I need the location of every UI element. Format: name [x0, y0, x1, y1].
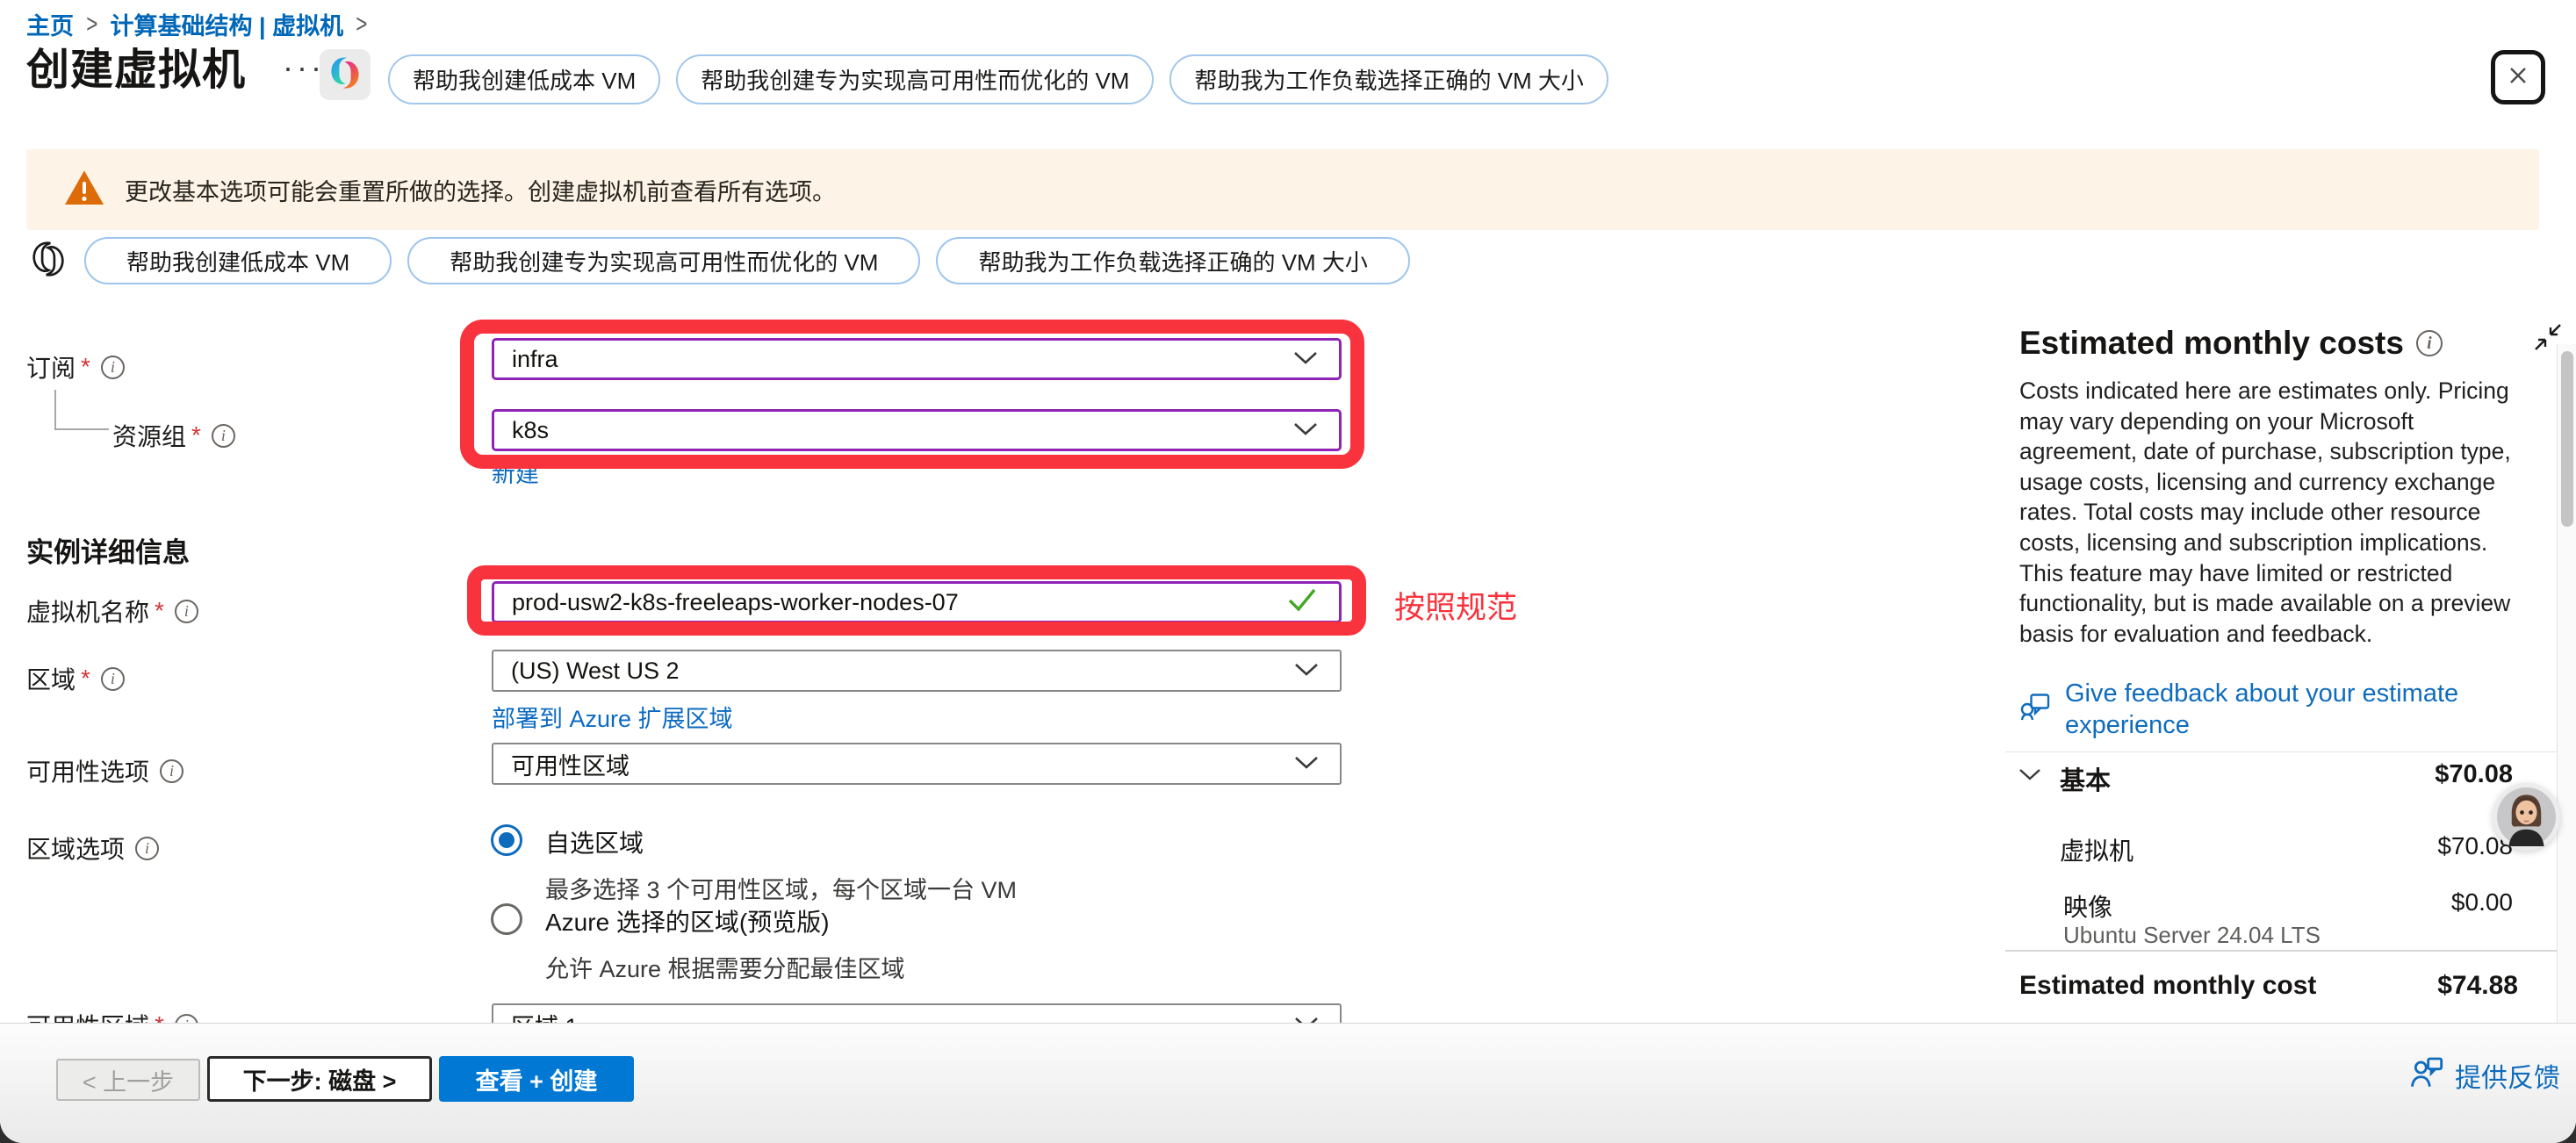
radio-description: 允许 Azure 根据需要分配最佳区域 — [545, 950, 905, 984]
assistant-avatar[interactable] — [2493, 783, 2560, 851]
feedback-bubbles-icon — [2019, 692, 2051, 741]
create-vm-page: 主页 > 计算基础结构 | 虚拟机 > 创建虚拟机 ··· 帮助 — [0, 0, 2576, 1143]
chevron-down-icon — [1292, 417, 1320, 444]
annotation-text: 按照规范 — [1394, 583, 1517, 628]
field-connector-line — [54, 390, 56, 430]
info-icon[interactable]: i — [101, 356, 125, 379]
chevron-down-icon — [1292, 751, 1320, 778]
radio-label[interactable]: Azure 选择的区域(预览版) — [545, 903, 905, 938]
close-icon — [2504, 61, 2532, 94]
ai-high-availability-button[interactable]: 帮助我创建专为实现高可用性而优化的 VM — [676, 54, 1154, 104]
zone-option-self-select: 自选区域 最多选择 3 个可用性区域，每个区域一台 VM — [491, 824, 1017, 905]
cost-item-name: 映像 — [2063, 888, 2112, 924]
radio-label[interactable]: 自选区域 — [545, 824, 1017, 859]
radio-description: 最多选择 3 个可用性区域，每个区域一台 VM — [545, 871, 1017, 905]
info-icon[interactable]: i — [175, 600, 198, 623]
cost-group-amount: $70.08 — [2283, 760, 2513, 789]
ai-high-availability-button-2[interactable]: 帮助我创建专为实现高可用性而优化的 VM — [407, 237, 920, 284]
region-dropdown[interactable]: (US) West US 2 — [492, 650, 1342, 692]
region-label: 区域* i — [26, 661, 125, 696]
vm-name-input[interactable] — [512, 589, 1284, 616]
resource-group-dropdown[interactable]: k8s — [492, 409, 1342, 451]
copilot-outline-icon — [28, 239, 68, 284]
cost-item-amount: $70.08 — [2283, 832, 2513, 860]
warning-banner: 更改基本选项可能会重置所做的选择。创建虚拟机前查看所有选项。 — [26, 149, 2539, 230]
vm-name-field-wrap — [492, 581, 1342, 623]
radio-unselected[interactable] — [491, 903, 522, 935]
breadcrumb-separator-icon: > — [356, 10, 367, 40]
info-icon[interactable]: i — [101, 667, 125, 691]
create-new-resource-group-link[interactable]: 新建 — [492, 455, 539, 489]
page-title: 创建虚拟机 — [26, 35, 246, 97]
next-step-disks-button[interactable]: 下一步: 磁盘 > — [207, 1056, 432, 1102]
info-icon[interactable]: i — [135, 837, 159, 860]
availability-options-label: 可用性选项 i — [26, 753, 183, 788]
subscription-dropdown[interactable]: infra — [492, 338, 1342, 380]
total-cost-amount: $74.88 — [2288, 971, 2518, 1001]
zone-option-azure-select: Azure 选择的区域(预览版) 允许 Azure 根据需要分配最佳区域 — [491, 903, 905, 984]
availability-options-dropdown[interactable]: 可用性区域 — [492, 743, 1342, 785]
instance-details-heading: 实例详细信息 — [26, 530, 190, 570]
chevron-down-icon — [1292, 658, 1320, 685]
cost-item-name: 虚拟机 — [2060, 832, 2133, 867]
scrollbar-thumb[interactable] — [2561, 351, 2573, 527]
ai-right-size-button-2[interactable]: 帮助我为工作负载选择正确的 VM 大小 — [936, 237, 1409, 284]
cost-panel-description: Costs indicated here are estimates only.… — [2019, 376, 2529, 649]
ai-suggestions-row-secondary: 帮助我创建低成本 VM 帮助我创建专为实现高可用性而优化的 VM 帮助我为工作负… — [28, 237, 1410, 284]
review-create-button[interactable]: 查看 + 创建 — [439, 1056, 634, 1102]
ai-right-size-button[interactable]: 帮助我为工作负载选择正确的 VM 大小 — [1169, 54, 1608, 104]
cost-item-amount: $0.00 — [2283, 888, 2513, 917]
footer-bar: < 上一步 下一步: 磁盘 > 查看 + 创建 提供反馈 — [0, 1023, 2576, 1143]
required-asterisk: * — [81, 353, 90, 381]
radio-dot — [499, 832, 514, 848]
previous-step-button[interactable]: < 上一步 — [56, 1059, 200, 1101]
ai-low-cost-vm-button-2[interactable]: 帮助我创建低成本 VM — [84, 237, 392, 284]
radio-selected[interactable] — [491, 824, 522, 856]
chevron-down-icon — [1292, 346, 1320, 373]
vm-name-label: 虚拟机名称* i — [26, 593, 198, 629]
required-asterisk: * — [155, 597, 164, 625]
azure-extended-zones-link[interactable]: 部署到 Azure 扩展区域 — [492, 700, 733, 734]
total-cost-label: Estimated monthly cost — [2019, 971, 2316, 1001]
close-button[interactable] — [2491, 50, 2545, 104]
copilot-button[interactable] — [320, 49, 371, 100]
divider — [2005, 950, 2557, 952]
info-icon[interactable]: i — [2416, 330, 2443, 356]
cost-item-subtext: Ubuntu Server 24.04 LTS — [2063, 922, 2321, 949]
subscription-label: 订阅* i — [26, 349, 125, 385]
warning-icon — [63, 169, 105, 212]
chevron-down-icon[interactable] — [2018, 767, 2042, 787]
info-icon[interactable]: i — [160, 759, 183, 783]
required-asterisk: * — [81, 665, 90, 693]
copilot-icon — [326, 54, 364, 97]
valid-check-icon — [1286, 586, 1318, 619]
ai-low-cost-vm-button[interactable]: 帮助我创建低成本 VM — [388, 54, 660, 104]
resource-group-label: 资源组* i — [112, 418, 235, 453]
warning-banner-text: 更改基本选项可能会重置所做的选择。创建虚拟机前查看所有选项。 — [125, 173, 836, 207]
give-feedback-link[interactable]: 提供反馈 — [2409, 1055, 2560, 1096]
cost-panel-title: Estimated monthly costs i — [2019, 325, 2443, 362]
more-menu-button[interactable]: ··· — [283, 49, 325, 86]
info-icon[interactable]: i — [212, 424, 235, 448]
ai-suggestions-row-top: 帮助我创建低成本 VM 帮助我创建专为实现高可用性而优化的 VM 帮助我为工作负… — [388, 54, 1608, 104]
person-feedback-icon — [2409, 1055, 2444, 1096]
estimate-feedback-link[interactable]: Give feedback about your estimate experi… — [2019, 678, 2515, 741]
field-connector-line — [54, 428, 109, 430]
divider — [2005, 751, 2557, 752]
cost-group-name[interactable]: 基本 — [2060, 760, 2111, 797]
zone-options-label: 区域选项 i — [26, 830, 159, 866]
required-asterisk: * — [191, 421, 201, 449]
